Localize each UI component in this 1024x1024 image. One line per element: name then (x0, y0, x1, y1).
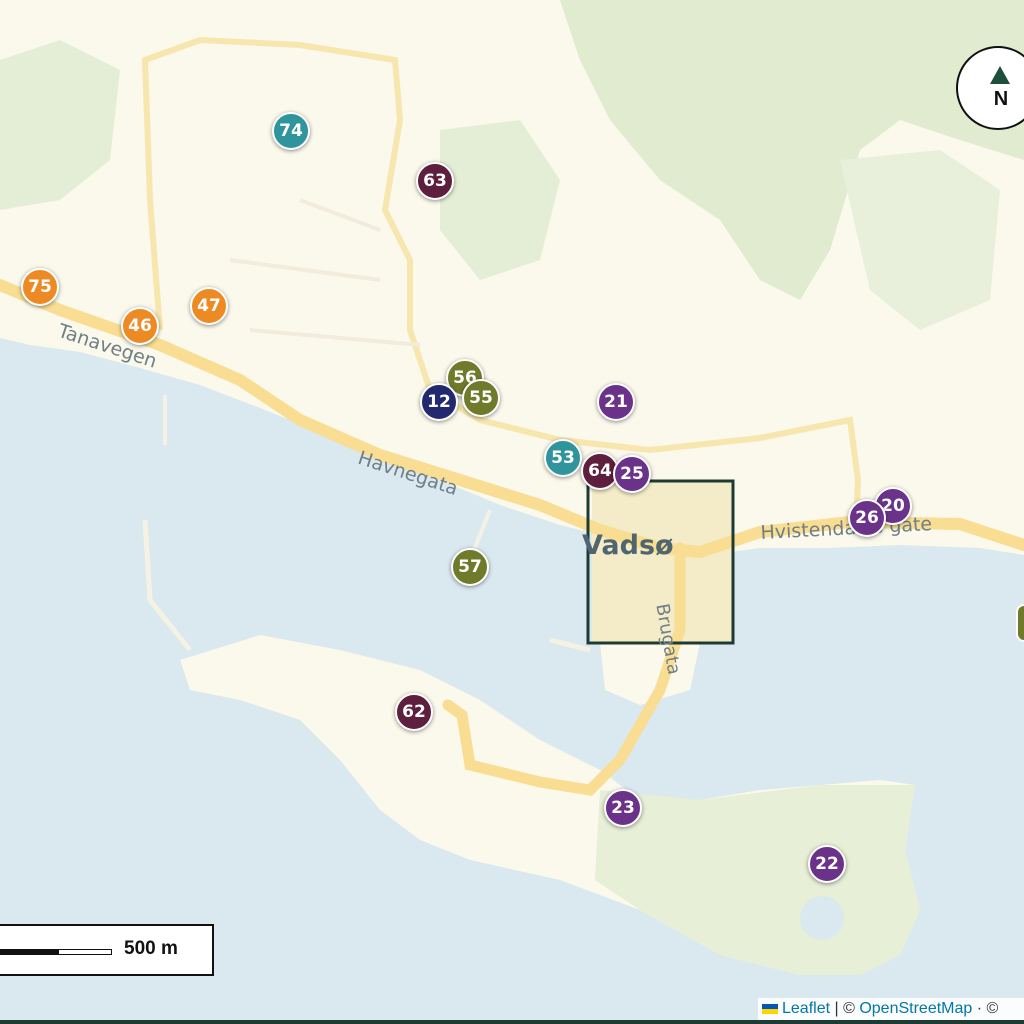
map-marker[interactable]: 47 (190, 287, 228, 325)
map-marker[interactable]: 21 (597, 383, 635, 421)
ukraine-flag-icon (762, 1003, 778, 1014)
pond (800, 896, 844, 940)
map-marker[interactable]: 74 (272, 112, 310, 150)
map-marker[interactable]: 55 (462, 379, 500, 417)
map-marker[interactable]: 57 (451, 548, 489, 586)
bottom-border (0, 1020, 1024, 1024)
north-arrow-icon (990, 66, 1010, 84)
map-marker[interactable]: 46 (121, 307, 159, 345)
map-marker[interactable]: 23 (604, 789, 642, 827)
map-marker[interactable]: 62 (395, 693, 433, 731)
map-view[interactable]: Tanavegen Havnegata Hvistendahls gate Br… (0, 0, 1024, 1024)
map-marker[interactable]: 63 (416, 162, 454, 200)
scale-label: 500 m (124, 938, 178, 959)
map-marker[interactable]: 26 (848, 499, 886, 537)
map-marker[interactable]: 25 (613, 455, 651, 493)
map-marker[interactable]: 22 (808, 845, 846, 883)
map-marker[interactable]: 53 (544, 439, 582, 477)
map-marker[interactable]: 12 (420, 383, 458, 421)
osm-link[interactable]: OpenStreetMap (859, 1000, 972, 1017)
leaflet-link[interactable]: Leaflet (782, 1000, 830, 1017)
place-label-vadso: Vadsø (582, 530, 674, 561)
map-marker-partial[interactable] (1016, 604, 1024, 642)
north-label: N (993, 88, 1009, 110)
map-marker[interactable]: 75 (21, 268, 59, 306)
scale-bar: 500 m (0, 924, 214, 976)
